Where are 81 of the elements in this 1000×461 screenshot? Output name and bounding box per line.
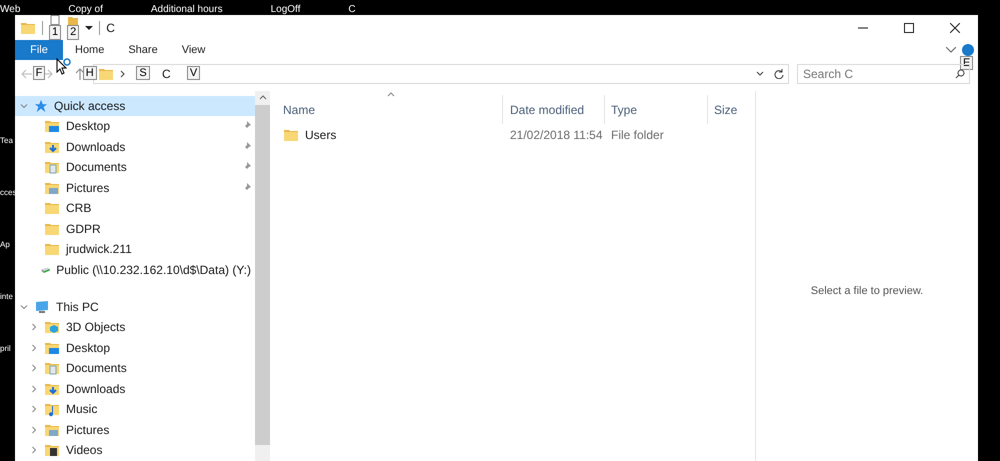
nav-item[interactable]: Pictures	[15, 420, 255, 440]
desktop-icon-label: Additional hours	[150, 3, 223, 17]
scrollbar[interactable]	[255, 91, 270, 461]
ribbon-tab[interactable]: Home	[63, 40, 116, 60]
keytip: 2	[67, 25, 80, 40]
column-header[interactable]: Type	[604, 95, 707, 124]
nav-item[interactable]: This PC	[15, 297, 255, 317]
desktop-icon-label: Copy of	[68, 3, 103, 17]
cube-folder-icon	[44, 319, 60, 336]
nav-item[interactable]: GDPR	[15, 218, 255, 239]
chevron-right-icon[interactable]	[30, 384, 38, 393]
desktop-folder-icon	[44, 118, 60, 134]
folder-icon	[44, 200, 60, 216]
file-row[interactable]: Users 21/02/2018 11:54 File folder	[277, 124, 755, 146]
nav-item[interactable]: Desktop	[15, 116, 255, 136]
desktop-icon-label: inte	[0, 291, 14, 303]
desktop-icon-label: Web	[0, 3, 20, 17]
nav-item[interactable]: Desktop	[15, 338, 255, 358]
desktop-icon-label: C	[348, 3, 356, 17]
chevron-right-icon[interactable]	[30, 426, 38, 434]
maximize-icon	[904, 22, 914, 32]
computer-icon	[34, 300, 50, 314]
desktop-icon-label: pril	[0, 343, 12, 355]
file-name: Users	[305, 127, 336, 144]
keytip: V	[186, 66, 200, 80]
star-icon	[34, 99, 48, 113]
help-icon[interactable]	[962, 44, 974, 56]
keytip: H	[82, 66, 97, 80]
caret-icon[interactable]	[85, 24, 94, 30]
nav-item[interactable]: Videos	[15, 440, 255, 460]
ribbon-tab[interactable]: Share	[116, 40, 170, 60]
keytip: 1	[49, 25, 62, 40]
type-cell-text: File folder	[610, 127, 665, 144]
back-arrow-icon[interactable]	[21, 69, 33, 79]
music-folder-icon	[44, 401, 60, 418]
date-cell-text: 21/02/2018 11:54	[509, 127, 604, 144]
column-header[interactable]: Name	[277, 95, 502, 124]
folder-icon	[44, 241, 60, 258]
ribbon-tab[interactable]: File	[15, 40, 63, 60]
nav-item[interactable]: CRB	[15, 198, 255, 218]
keytip: S	[136, 66, 150, 80]
nav-item[interactable]: Public (\\10.232.162.10\d$\Data) (Y:)	[15, 260, 255, 280]
chevron-right-icon[interactable]	[30, 446, 38, 454]
nav-item[interactable]: Downloads	[15, 136, 255, 157]
chevron-down-icon[interactable]	[946, 47, 956, 53]
search-icon[interactable]	[955, 69, 965, 79]
chevron-right-icon[interactable]	[30, 323, 38, 332]
ribbon-tab[interactable]: View	[170, 40, 218, 60]
chevron-right-icon	[120, 70, 126, 78]
refresh-icon[interactable]	[774, 69, 784, 79]
nav-item[interactable]: Music	[15, 399, 255, 420]
mouse-cursor-icon	[56, 58, 72, 76]
up-arrow-icon[interactable]	[75, 68, 85, 80]
keytip: F	[32, 66, 46, 80]
path-segment[interactable]: C	[162, 65, 171, 83]
new-folder-icon[interactable]	[68, 15, 78, 25]
column-header[interactable]: Size	[707, 95, 752, 124]
nav-item[interactable]: jrudwick.211	[15, 239, 255, 260]
nav-item[interactable]: Documents	[15, 157, 255, 178]
nav-item[interactable]: Pictures	[15, 178, 255, 198]
nav-item[interactable]: Quick access	[15, 96, 255, 116]
videos-folder-icon	[44, 442, 60, 458]
documents-folder-icon	[44, 159, 60, 176]
column-header[interactable]: Date modified	[502, 95, 604, 124]
desktop-icon-label: Tea	[0, 135, 14, 147]
nav-item[interactable]: Documents	[15, 358, 255, 378]
folder-icon	[98, 66, 114, 82]
desktop-icon-label: LogOff	[270, 3, 300, 17]
folder-icon	[283, 127, 299, 143]
close-icon	[950, 22, 960, 32]
documents-folder-icon	[44, 360, 60, 376]
nav-item[interactable]: Downloads	[15, 378, 255, 399]
search-field[interactable]: Search C	[797, 64, 970, 84]
chevron-right-icon[interactable]	[30, 405, 38, 414]
chevron-right-icon[interactable]	[30, 344, 38, 352]
nav-item[interactable]: 3D Objects	[15, 317, 255, 338]
window-title: C	[106, 20, 115, 36]
chevron-right-icon[interactable]	[30, 364, 38, 372]
chevron-down-icon[interactable]	[756, 71, 764, 77]
preview-message: Select a file to preview.	[810, 284, 924, 299]
desktop-icon-label: Ap	[0, 239, 11, 251]
